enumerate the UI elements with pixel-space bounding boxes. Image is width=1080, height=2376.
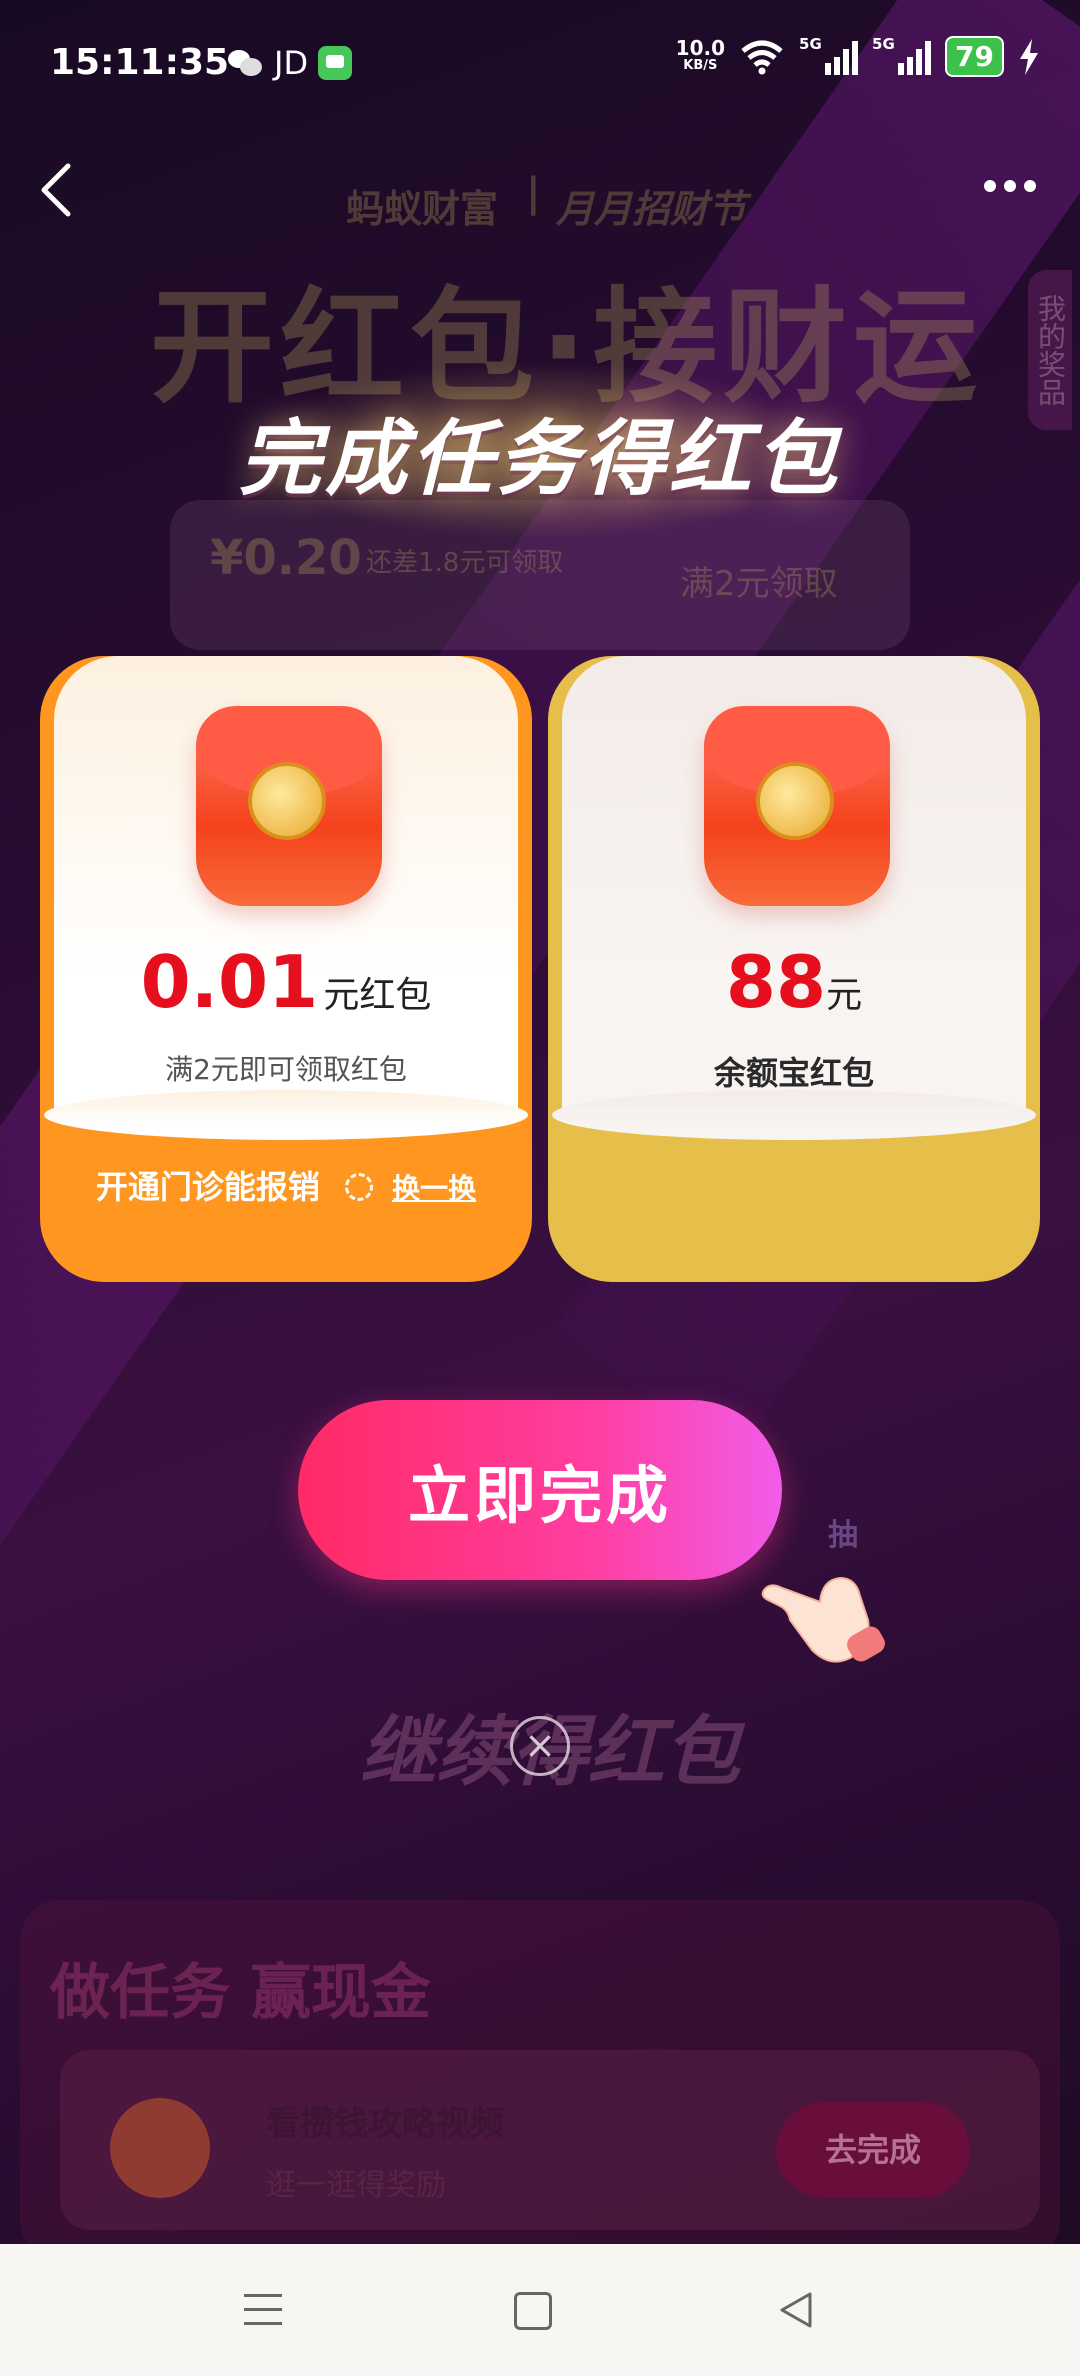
task-name: 开通门诊能报销: [95, 1168, 320, 1206]
back-triangle-icon[interactable]: [776, 2290, 816, 2330]
signal-icon: 5G: [799, 35, 859, 75]
menu-icon[interactable]: [244, 2294, 282, 2326]
status-bar: 15:11:35 JD 10.0 KB/S 5G 5G 79: [0, 0, 1080, 128]
reward-subtitle: 满2元即可领取红包: [165, 1053, 407, 1086]
draw-label: 抽: [828, 1518, 858, 1553]
festival-title: 月月招财节: [556, 187, 747, 231]
progress-hint: 还差1.8元可领取: [366, 548, 564, 578]
swap-link[interactable]: 换一换: [392, 1172, 476, 1205]
reward-card-1[interactable]: 88元 余额宝红包: [548, 656, 1040, 1282]
status-time: 15:11:35: [50, 42, 230, 83]
card-body: 88元 余额宝红包: [552, 656, 1036, 1140]
back-button[interactable]: [36, 160, 76, 220]
reward-card-0[interactable]: 0.01 元红包 满2元即可领取红包 开通门诊能报销 换一换: [40, 656, 532, 1282]
task-section-title: 做任务 赢现金: [50, 1958, 431, 2028]
signal-icon: 5G: [872, 35, 932, 75]
jd-label: JD: [274, 44, 309, 82]
complete-now-button[interactable]: 立即完成: [298, 1400, 782, 1580]
brand-logo-text: 蚂蚁财富: [346, 187, 499, 231]
message-icon: [318, 46, 353, 80]
more-button[interactable]: [984, 180, 1036, 192]
reward-subtitle: 余额宝红包: [713, 1054, 874, 1092]
card-footer: 开通门诊能报销 换一换: [40, 1162, 532, 1208]
progress-amount: ¥0.20: [210, 530, 362, 586]
close-button[interactable]: ×: [510, 1716, 570, 1776]
red-envelope-icon: [704, 706, 890, 906]
coin-icon: [110, 2098, 210, 2198]
wechat-icon: [228, 48, 264, 78]
card-body: 0.01 元红包 满2元即可领取红包: [44, 656, 528, 1140]
reward-amount: 0.01 元红包: [140, 940, 432, 1024]
notification-icons: JD: [228, 44, 353, 82]
task-item-name: 看攒钱攻略视频: [266, 2104, 504, 2144]
battery-indicator: 79: [945, 36, 1004, 77]
task-go-button: 去完成: [776, 2102, 970, 2198]
red-envelope-icon: [196, 706, 382, 906]
wifi-icon: [741, 40, 783, 74]
reward-amount: 88元: [725, 940, 863, 1024]
refresh-icon[interactable]: [345, 1173, 373, 1201]
more-dots-icon: [984, 180, 996, 192]
modal-headline: 完成任务得红包: [239, 412, 841, 507]
pointing-hand-icon: [761, 1576, 885, 1663]
progress-claim-button: 满2元领取: [680, 564, 838, 604]
charging-icon: [1020, 38, 1038, 75]
net-speed: 10.0 KB/S: [675, 35, 726, 73]
home-icon[interactable]: [514, 2292, 552, 2330]
task-item-desc: 逛一逛得奖励: [266, 2168, 446, 2203]
